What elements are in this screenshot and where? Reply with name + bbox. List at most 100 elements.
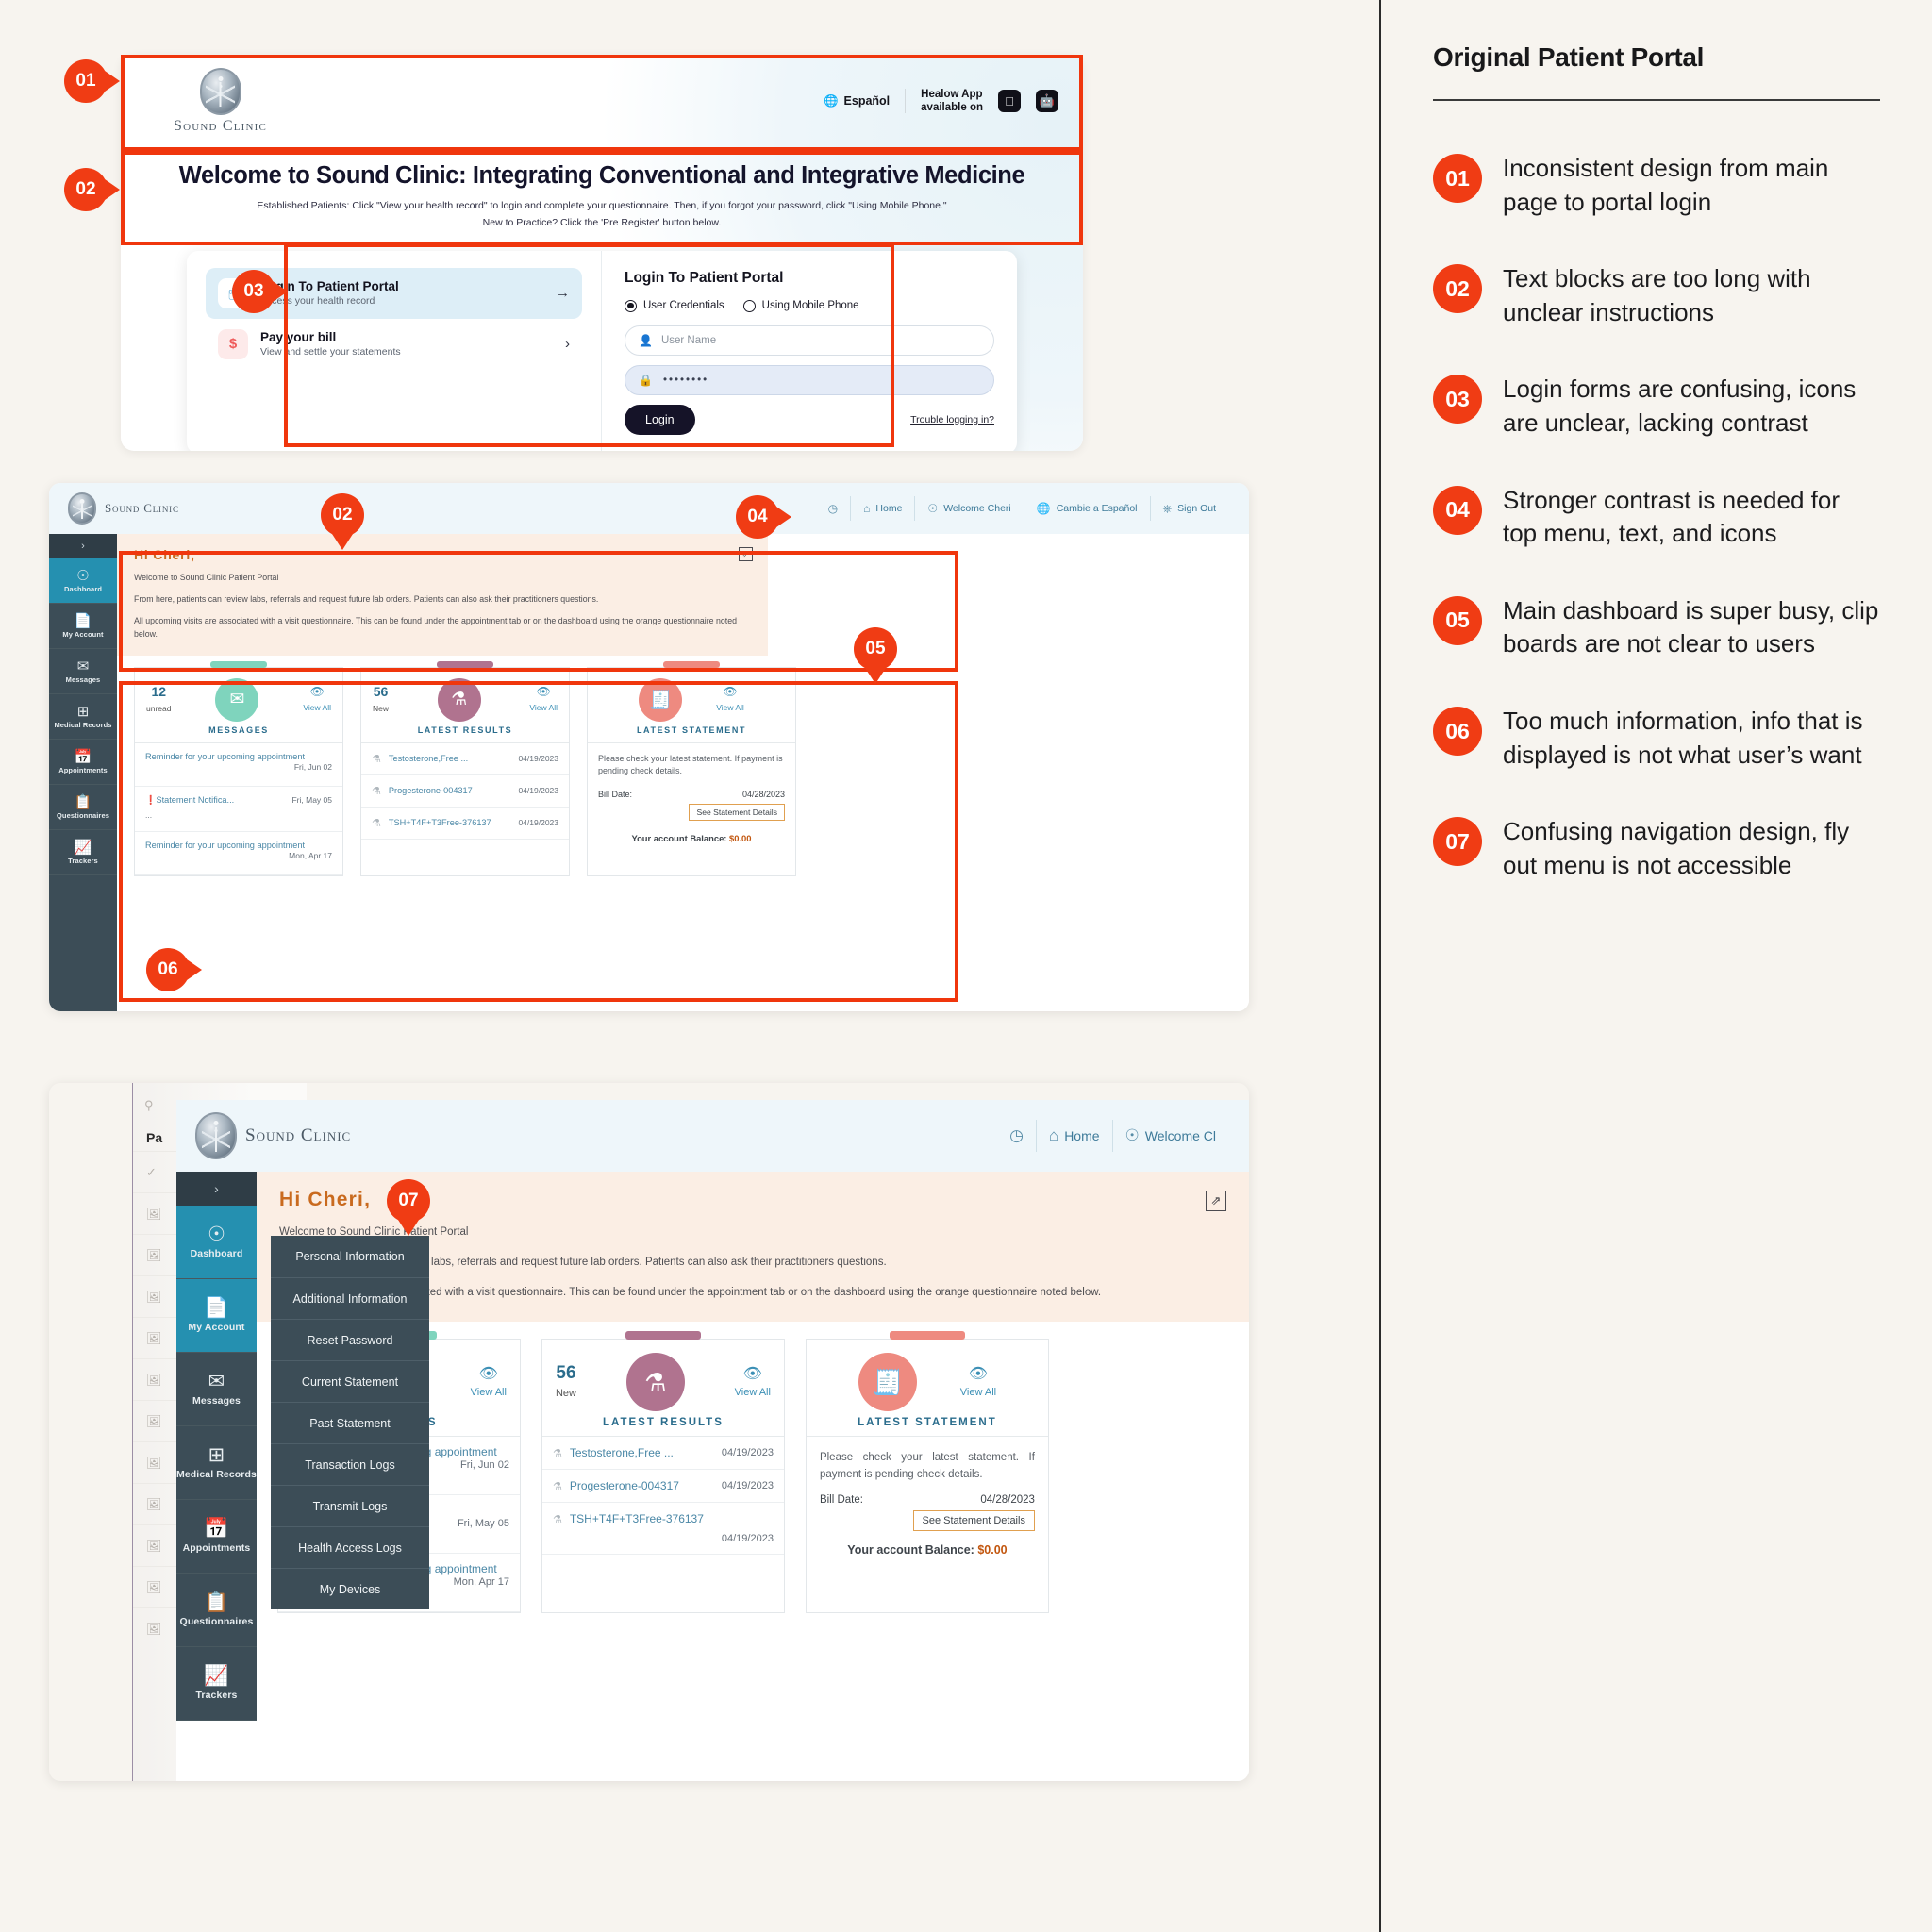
result-row[interactable]: ⚗ TSH+T4F+T3Free-376137 04/19/2023 [361, 808, 569, 840]
result-name[interactable]: Progesterone-004317 [570, 1479, 714, 1492]
sidebar-item-dashboard[interactable]: ☉ Dashboard [176, 1206, 257, 1279]
view-all-messages[interactable]: 👁 View All [471, 1364, 507, 1400]
result-row[interactable]: ⚗ Testosterone,Free ... 04/19/2023 [361, 743, 569, 775]
sidebar-item-questionnaires[interactable]: 📋 Questionnaires [49, 785, 117, 830]
records-icon: ⊞ [208, 1444, 225, 1466]
nav-welcome-cheri[interactable]: ☉ Welcome Cheri [914, 496, 1023, 521]
new-count-block: 56 New [556, 1363, 576, 1401]
see-statement-details-button[interactable]: See Statement Details [689, 803, 785, 821]
sidebar-item-trackers[interactable]: 📈 Trackers [49, 830, 117, 875]
view-all-statements[interactable]: 👁 View All [960, 1364, 996, 1400]
message-subject[interactable]: Reminder for your upcoming appointment [145, 841, 332, 850]
flyout-item-transaction-logs[interactable]: Transaction Logs [271, 1443, 429, 1485]
message-row[interactable]: Reminder for your upcoming appointment F… [135, 743, 342, 787]
result-date: 04/19/2023 [721, 1480, 774, 1492]
annotation-text: Stronger contrast is needed for top menu… [1503, 485, 1840, 548]
nav-history[interactable]: ◷ [816, 496, 850, 521]
nav-label: Welcome Cl [1144, 1128, 1216, 1143]
result-date: 04/19/2023 [721, 1447, 774, 1459]
user-icon: ☉ [1124, 1126, 1140, 1144]
message-subject[interactable]: ❗Statement Notifica... Fri, May 05 [145, 795, 332, 806]
result-row[interactable]: ⚗ Progesterone-004317 04/19/2023 [361, 775, 569, 808]
view-all-results[interactable]: 👁 View All [529, 685, 558, 715]
card-latest-statement: 🧾 👁 View All LATEST STATEMENT Please che… [587, 660, 796, 876]
vitruvian-man-icon [195, 1112, 237, 1159]
sidebar-item-medical-records[interactable]: ⊞ Medical Records [49, 694, 117, 740]
history-icon: ◷ [827, 502, 839, 515]
portal-topbar: Sound Clinic ◷ ⌂ Home ☉ Welcome Cl [176, 1100, 1249, 1172]
expand-icon[interactable]: ⇗ [1206, 1191, 1226, 1211]
result-row[interactable]: ⚗ Testosterone,Free ... 04/19/2023 [541, 1437, 784, 1471]
result-date: 04/19/2023 [518, 818, 558, 828]
apple-icon[interactable]:  [998, 90, 1021, 112]
result-name[interactable]: Testosterone,Free ... [389, 754, 511, 763]
android-icon[interactable]: 🤖 [1036, 90, 1058, 112]
sound-clinic-logo[interactable]: Sound Clinic [195, 1112, 351, 1159]
flyout-item-personal-information[interactable]: Personal Information [271, 1236, 429, 1277]
sidebar-item-appointments[interactable]: 📅 Appointments [176, 1500, 257, 1574]
login-button[interactable]: Login [625, 404, 695, 435]
nav-home[interactable]: ⌂ Home [1035, 1120, 1112, 1152]
sound-clinic-logo[interactable]: Sound Clinic [174, 67, 267, 135]
sidebar-expand-toggle[interactable]: › [176, 1172, 257, 1206]
see-statement-details-button[interactable]: See Statement Details [912, 1509, 1035, 1531]
portal-sidebar: › ☉ Dashboard 📄 My Account ✉ Messages ⊞ … [176, 1172, 257, 1721]
alert-icon: ❗ [145, 794, 157, 805]
image-icon: 🖼 [146, 1621, 162, 1636]
language-switch[interactable]: 🌐 Español [824, 94, 890, 108]
flyout-item-my-devices[interactable]: My Devices [271, 1568, 429, 1609]
nav-welcome[interactable]: ☉ Welcome Cl [1111, 1120, 1228, 1152]
flyout-item-current-statement[interactable]: Current Statement [271, 1360, 429, 1402]
result-row[interactable]: ⚗ TSH+T4F+T3Free-376137 04/19/2023 [541, 1503, 784, 1556]
nav-history[interactable]: ◷ [997, 1124, 1036, 1148]
message-row[interactable]: Reminder for your upcoming appointment M… [135, 832, 342, 875]
sidebar-item-dashboard[interactable]: ☉ Dashboard [49, 558, 117, 604]
flyout-item-transmit-logs[interactable]: Transmit Logs [271, 1485, 429, 1526]
annotation-item-01: 01 Inconsistent design from main page to… [1433, 152, 1880, 219]
nav-home[interactable]: ⌂ Home [850, 496, 914, 521]
username-input[interactable]: 👤 User Name [625, 325, 994, 356]
message-row[interactable]: ❗Statement Notifica... Fri, May 05 ... [135, 787, 342, 832]
result-name[interactable]: Progesterone-004317 [389, 786, 511, 795]
flyout-item-additional-information[interactable]: Additional Information [271, 1277, 429, 1319]
message-subject[interactable]: Reminder for your upcoming appointment [145, 752, 332, 761]
trouble-logging-in-link[interactable]: Trouble logging in? [910, 414, 994, 425]
sound-clinic-logo[interactable]: Sound Clinic [68, 492, 179, 525]
flyout-item-health-access-logs[interactable]: Health Access Logs [271, 1526, 429, 1568]
view-all-messages[interactable]: 👁 View All [303, 685, 331, 715]
sidebar-item-my-account[interactable]: 📄 My Account [49, 604, 117, 649]
sidebar-item-appointments[interactable]: 📅 Appointments [49, 740, 117, 785]
flyout-item-past-statement[interactable]: Past Statement [271, 1402, 429, 1443]
password-input[interactable]: 🔒 •••••••• [625, 364, 994, 395]
sidebar-item-my-account[interactable]: 📄 My Account [176, 1279, 257, 1353]
flyout-item-reset-password[interactable]: Reset Password [271, 1319, 429, 1360]
sidebar-item-medical-records[interactable]: ⊞ Medical Records [176, 1426, 257, 1500]
radio-user-credentials[interactable]: User Credentials [625, 299, 724, 312]
balance-value: $0.00 [729, 832, 752, 843]
result-name[interactable]: Testosterone,Free ... [570, 1446, 714, 1459]
eye-icon: 👁 [478, 1366, 498, 1383]
balance-label: Your account Balance: [631, 832, 727, 843]
result-row[interactable]: ⚗ Progesterone-004317 04/19/2023 [541, 1470, 784, 1504]
sidebar-item-messages[interactable]: ✉ Messages [176, 1353, 257, 1426]
nav-sign-out[interactable]: ⎈ Sign Out [1149, 496, 1228, 521]
sidebar-item-trackers[interactable]: 📈 Trackers [176, 1647, 257, 1721]
option-pay-your-bill[interactable]: $ Pay your bill View and settle your sta… [206, 319, 582, 370]
message-date: Mon, Apr 17 [289, 850, 332, 860]
chart-icon: 📈 [74, 839, 92, 856]
result-name[interactable]: TSH+T4F+T3Free-376137 [570, 1512, 774, 1525]
view-all-statements[interactable]: 👁 View All [716, 685, 744, 715]
welcome-banner: Welcome to Sound Clinic: Integrating Con… [121, 147, 1083, 245]
account-balance: Your account Balance: $0.00 [820, 1543, 1035, 1557]
radio-using-mobile-phone[interactable]: Using Mobile Phone [742, 299, 859, 312]
nav-cambie-a-espanol[interactable]: 🌐 Cambie a Español [1023, 496, 1150, 521]
sidebar-item-questionnaires[interactable]: 📋 Questionnaires [176, 1574, 257, 1647]
message-date: Fri, Jun 02 [293, 761, 332, 772]
result-date: 04/19/2023 [721, 1533, 774, 1545]
sidebar-expand-toggle[interactable]: › [49, 534, 117, 558]
expand-icon[interactable]: ⇗ [739, 547, 753, 561]
view-all-results[interactable]: 👁 View All [735, 1364, 771, 1400]
new-count-block: 56 New [373, 684, 389, 716]
result-name[interactable]: TSH+T4F+T3Free-376137 [389, 818, 511, 827]
sidebar-item-messages[interactable]: ✉ Messages [49, 649, 117, 694]
